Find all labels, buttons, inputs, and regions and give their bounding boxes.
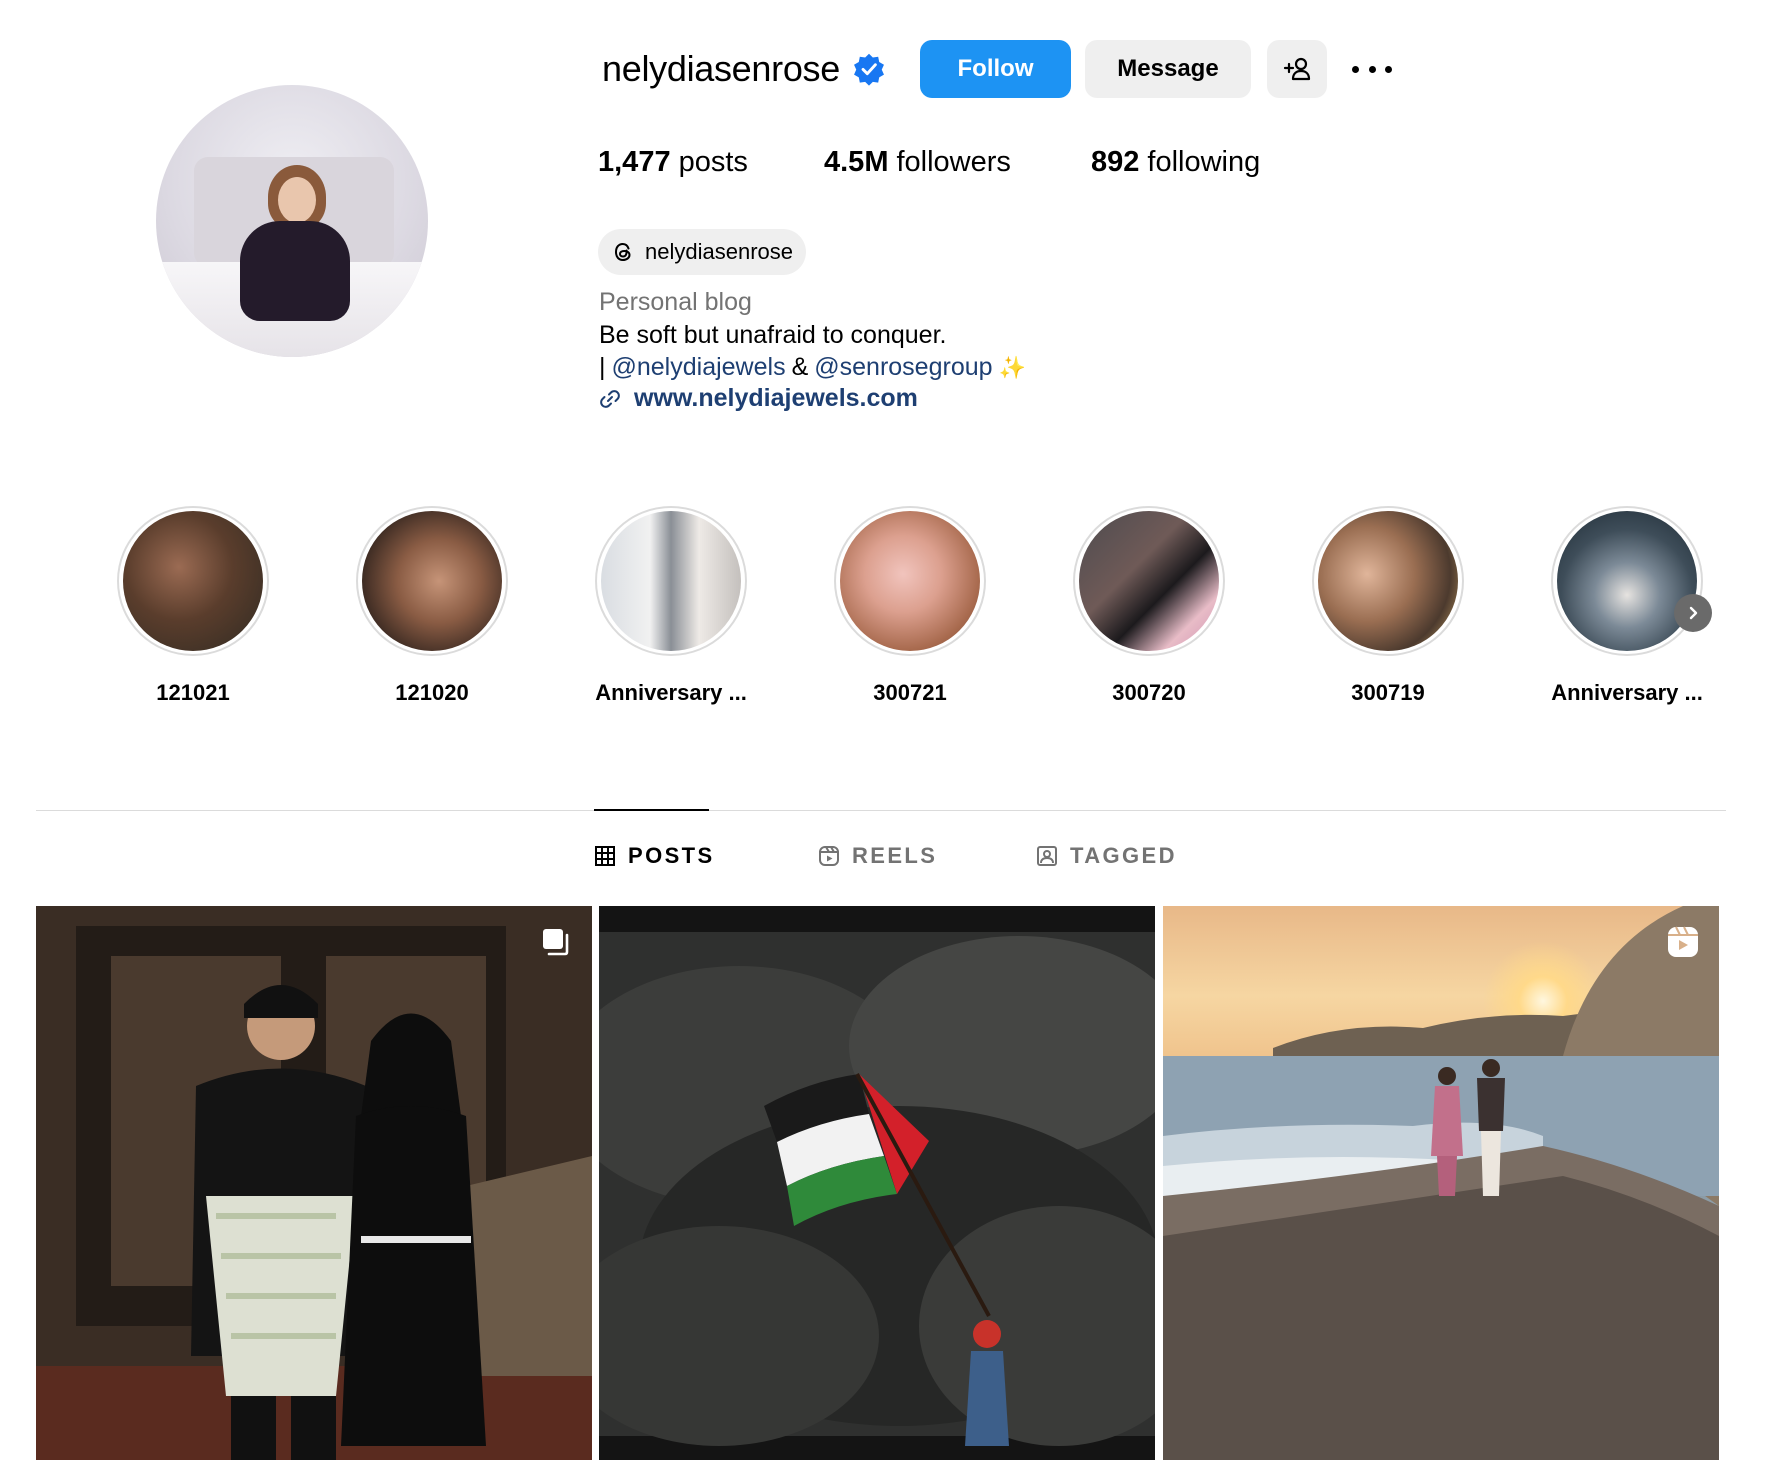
post-thumbnail[interactable] <box>1163 906 1719 1460</box>
highlight-label: 300720 <box>1112 680 1186 705</box>
mention-link-nelydiajewels[interactable]: @nelydiajewels <box>612 353 786 382</box>
post-thumbnail[interactable] <box>36 906 592 1460</box>
highlights-next-arrow-icon[interactable] <box>1674 594 1712 632</box>
posts-stat[interactable]: 1,477 posts <box>598 146 824 179</box>
posts-count: 1,477 <box>598 146 671 178</box>
threads-handle: nelydiasenrose <box>645 239 793 264</box>
bio-category: Personal blog <box>599 288 752 316</box>
tab-posts-label: POSTS <box>628 843 715 868</box>
suggest-user-button[interactable] <box>1267 40 1327 98</box>
highlight-label: 300719 <box>1351 680 1425 705</box>
post-image-flag-smoke <box>599 906 1155 1460</box>
message-button[interactable]: Message <box>1085 40 1251 98</box>
highlight-label: 121020 <box>395 680 469 705</box>
tab-tagged-label: TAGGED <box>1070 843 1177 868</box>
highlight-cover <box>1318 511 1458 651</box>
reels-icon <box>819 846 839 866</box>
active-tab-indicator <box>594 809 709 811</box>
highlight-label: Anniversary ... <box>1551 680 1703 705</box>
follow-button[interactable]: Follow <box>920 40 1071 98</box>
profile-username: nelydiasenrose <box>602 48 840 89</box>
profile-avatar[interactable] <box>156 85 428 357</box>
followers-count: 4.5M <box>824 146 889 178</box>
bio-mentions: | @nelydiajewels & @senrosegroup ✨ <box>599 353 1026 382</box>
post-thumbnail[interactable] <box>599 906 1155 1460</box>
story-highlight[interactable]: 121021 <box>117 506 269 706</box>
verified-badge-icon <box>854 53 884 86</box>
bio-ampersand: & <box>791 353 809 381</box>
tagged-icon <box>1037 846 1057 866</box>
tab-reels[interactable]: REELS <box>818 843 937 869</box>
tabs-divider <box>36 810 1726 811</box>
more-options-icon[interactable] <box>1350 52 1394 86</box>
threads-icon <box>614 242 631 262</box>
tab-tagged[interactable]: TAGGED <box>1036 843 1177 869</box>
grid-icon <box>595 846 615 866</box>
story-highlight[interactable]: 300721 <box>834 506 986 706</box>
highlight-cover <box>1557 511 1697 651</box>
link-icon <box>600 389 620 408</box>
followers-label: followers <box>896 146 1011 178</box>
mention-link-senrosegroup[interactable]: @senrosegroup <box>814 353 992 382</box>
highlight-label: 121021 <box>156 680 230 705</box>
tab-reels-label: REELS <box>852 843 938 868</box>
add-user-icon <box>1283 57 1311 81</box>
following-stat[interactable]: 892 following <box>1091 146 1260 179</box>
carousel-icon <box>543 929 569 956</box>
highlight-label: Anniversary ... <box>595 680 747 705</box>
bio-text: Be soft but unafraid to conquer. <box>599 321 947 349</box>
profile-stats: 1,477 posts 4.5M followers 892 following <box>598 146 1260 179</box>
highlight-cover <box>362 511 502 651</box>
posts-label: posts <box>678 146 748 178</box>
threads-badge[interactable]: nelydiasenrose <box>598 229 806 275</box>
bio-separator: | <box>599 353 606 381</box>
highlight-cover <box>123 511 263 651</box>
highlight-cover <box>1079 511 1219 651</box>
highlight-cover <box>601 511 741 651</box>
highlight-label: 300721 <box>873 680 947 705</box>
story-highlight[interactable]: Anniversary ... <box>595 506 747 706</box>
story-highlight[interactable]: 300720 <box>1073 506 1225 706</box>
followers-stat[interactable]: 4.5M followers <box>824 146 1091 179</box>
highlight-cover <box>840 511 980 651</box>
reel-icon <box>1668 926 1698 957</box>
story-highlight[interactable]: 300719 <box>1312 506 1464 706</box>
following-label: following <box>1147 146 1261 178</box>
story-highlight[interactable]: 121020 <box>356 506 508 706</box>
website-url: www.nelydiajewels.com <box>634 384 918 412</box>
tab-posts[interactable]: POSTS <box>594 843 715 869</box>
post-image-beach-sunset <box>1163 906 1719 1460</box>
avatar-figure <box>226 165 356 321</box>
bio-website-link[interactable]: www.nelydiajewels.com <box>598 384 918 413</box>
sparkle-emoji: ✨ <box>998 354 1026 380</box>
following-count: 892 <box>1091 146 1140 178</box>
post-image-couple-indoor <box>36 906 592 1460</box>
